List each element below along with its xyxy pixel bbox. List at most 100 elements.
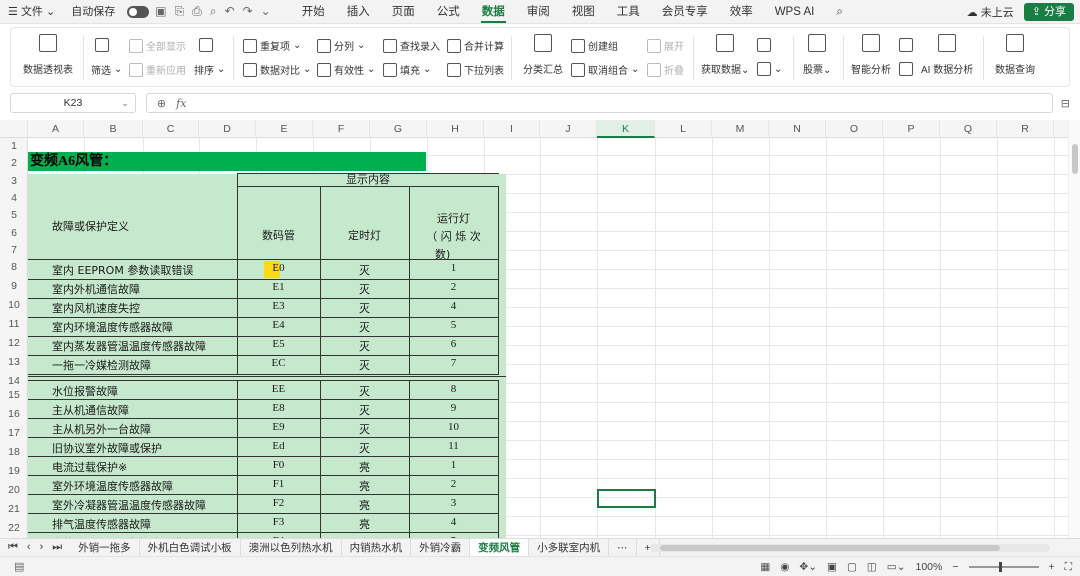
row-header-15[interactable]: 15 — [0, 387, 28, 404]
row-header-9[interactable]: 9 — [0, 278, 28, 295]
fault-name[interactable]: 电流过载保护※ — [52, 459, 232, 475]
cloud-status[interactable]: ☁ 未上云 — [967, 4, 1014, 20]
vertical-scrollbar[interactable] — [1068, 120, 1080, 538]
fault-name[interactable]: 主从机另外一台故障 — [52, 421, 232, 437]
fault-code[interactable]: E3 — [237, 300, 320, 312]
redo-icon[interactable]: ↷ — [243, 4, 253, 19]
run-light-count[interactable]: 8 — [409, 383, 498, 395]
tab-tools[interactable]: 工具 — [606, 0, 651, 24]
scrollbar-thumb[interactable] — [1072, 144, 1078, 174]
column-header-Q[interactable]: Q — [940, 120, 997, 138]
more-icon[interactable]: ⌄ — [261, 4, 271, 19]
run-light-count[interactable]: 4 — [409, 516, 498, 528]
fault-name[interactable]: 排气温度传感器故障 — [52, 516, 232, 532]
header-code[interactable]: 数码管 — [237, 227, 320, 243]
lookup-button[interactable]: 查找录入 — [383, 38, 440, 53]
autosave-toggle[interactable] — [127, 5, 150, 18]
column-header-C[interactable]: C — [143, 120, 199, 138]
run-light-count[interactable]: 2 — [409, 478, 498, 490]
smart-analysis-button[interactable]: 智能分析 — [851, 34, 891, 76]
sort-button[interactable]: 排序 ⌄ — [194, 62, 225, 77]
fx-icon[interactable]: fx — [176, 97, 186, 110]
expand-button[interactable]: 展开 — [647, 38, 684, 53]
row-header-18[interactable]: 18 — [0, 444, 28, 461]
column-header-B[interactable]: B — [84, 120, 143, 138]
first-sheet-icon[interactable]: ⏮ — [8, 541, 18, 554]
create-group-button[interactable]: 创建组 — [571, 38, 618, 53]
timer-light-state[interactable]: 灭 — [320, 300, 409, 316]
fault-code[interactable]: F1 — [237, 478, 320, 490]
zoom-level[interactable]: 100% — [916, 561, 943, 573]
run-light-count[interactable]: 1 — [409, 459, 498, 471]
run-light-count[interactable]: 5 — [409, 319, 498, 331]
file-menu[interactable]: ☰ 文件 ⌄ — [0, 0, 63, 24]
compare-button[interactable]: 数据对比 ⌄ — [243, 62, 311, 77]
tab-wps-ai[interactable]: WPS AI — [764, 0, 826, 24]
column-header-I[interactable]: I — [484, 120, 540, 138]
tab-page[interactable]: 页面 — [381, 0, 426, 24]
fault-name[interactable]: 室外环境温度传感器故障 — [52, 478, 232, 494]
stocks-button[interactable]: 股票⌄ — [803, 34, 831, 76]
column-header-R[interactable]: R — [997, 120, 1054, 138]
chevron-down-icon[interactable]: ⌄ — [121, 98, 129, 109]
export-icon[interactable]: ⎘ — [175, 4, 185, 19]
page-break-icon[interactable]: ◫ — [867, 561, 877, 573]
row-header-12[interactable]: 12 — [0, 335, 28, 352]
fault-name[interactable]: 室内环境温度传感器故障 — [52, 319, 232, 335]
fault-code[interactable]: E0 — [237, 262, 320, 274]
sheet-tab-active[interactable]: 变频风管 — [470, 538, 530, 557]
fault-code[interactable]: E4 — [237, 319, 320, 331]
expand-formula-icon[interactable]: ⊟ — [1061, 97, 1070, 110]
active-cell-k23[interactable] — [597, 489, 656, 508]
row-header-16[interactable]: 16 — [0, 406, 28, 423]
column-header-G[interactable]: G — [370, 120, 427, 138]
timer-light-state[interactable]: 亮 — [320, 478, 409, 494]
scrollbar-thumb[interactable] — [660, 545, 1000, 551]
header-fault-definition[interactable]: 故障或保护定义 — [52, 218, 222, 234]
row-header-20[interactable]: 20 — [0, 482, 28, 499]
get-data-button[interactable]: 获取数据⌄ — [701, 34, 749, 76]
fault-name[interactable]: 一拖一冷媒检测故障 — [52, 357, 232, 373]
row-header-19[interactable]: 19 — [0, 463, 28, 480]
timer-light-state[interactable]: 灭 — [320, 402, 409, 418]
merge-calc-button[interactable]: 合并计算 — [447, 38, 504, 53]
fault-name[interactable]: 室内蒸发器管温温度传感器故障 — [52, 338, 232, 354]
row-header-11[interactable]: 11 — [0, 316, 28, 333]
fullscreen-icon[interactable]: ⛶ — [1065, 561, 1072, 574]
fault-name[interactable]: 水位报警故障 — [52, 383, 232, 399]
subtotal-button[interactable]: 分类汇总 — [523, 34, 563, 76]
run-light-count[interactable]: 2 — [409, 281, 498, 293]
sheet-tab[interactable]: 外销冷霸 — [411, 538, 471, 557]
column-header-K[interactable]: K — [597, 120, 655, 138]
dropdown-list-button[interactable]: 下拉列表 — [447, 62, 504, 77]
timer-light-state[interactable]: 亮 — [320, 497, 409, 513]
zoom-slider[interactable] — [968, 562, 1039, 572]
header-run-light-note-end[interactable]: 数) — [409, 246, 498, 262]
fault-code[interactable]: F2 — [237, 497, 320, 509]
name-box[interactable]: K23 ⌄ — [10, 93, 136, 113]
zoom-in-icon[interactable]: + — [1049, 561, 1055, 573]
row-header-5[interactable]: 5 — [0, 207, 28, 224]
reapply-button[interactable]: 重新应用 — [129, 62, 186, 77]
zoom-formula-icon[interactable]: ⊕ — [157, 97, 166, 110]
data-query-button[interactable]: 数据查询 — [995, 34, 1035, 76]
sheet-tab[interactable]: 内销热水机 — [342, 538, 412, 557]
search-icon[interactable]: ⌕ — [825, 0, 853, 24]
fault-code[interactable]: E5 — [237, 338, 320, 350]
row-header-3[interactable]: 3 — [0, 173, 28, 190]
tab-view[interactable]: 视图 — [561, 0, 606, 24]
filter-label[interactable]: 筛选 ⌄ — [91, 62, 122, 77]
timer-light-state[interactable]: 灭 — [320, 357, 409, 373]
last-sheet-icon[interactable]: ⏭ — [52, 541, 62, 554]
formula-input[interactable]: ⊕ fx — [145, 93, 1053, 113]
chart-grid-icon[interactable] — [899, 38, 913, 52]
layout-icon[interactable]: ▦ — [760, 561, 770, 573]
undo-icon[interactable]: ↶ — [225, 4, 235, 19]
sort-icon[interactable] — [199, 38, 213, 52]
sheet-list-icon[interactable]: ▤ — [14, 560, 24, 573]
tab-insert[interactable]: 插入 — [336, 0, 381, 24]
column-header-J[interactable]: J — [540, 120, 597, 138]
zoom-out-icon[interactable]: − — [952, 561, 958, 573]
ungroup-button[interactable]: 取消组合 ⌄ — [571, 62, 639, 77]
duplicates-button[interactable]: 重复项 ⌄ — [243, 38, 301, 53]
